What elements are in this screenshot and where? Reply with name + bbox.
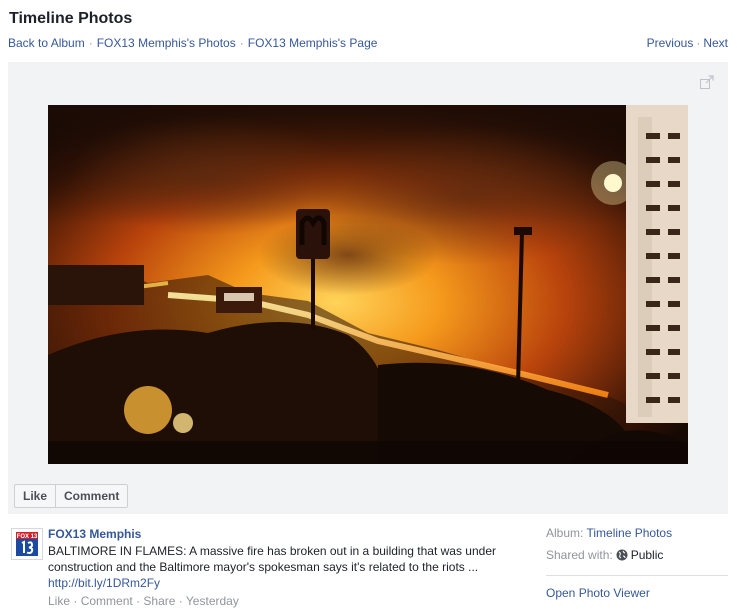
- comment-button[interactable]: Comment: [56, 484, 129, 508]
- photo-stage: [8, 62, 728, 514]
- photo-info-sidebar: Album: Timeline Photos Shared with: Publ…: [546, 526, 728, 608]
- breadcrumb: Back to Album · FOX13 Memphis's Photos · FOX…: [8, 36, 377, 50]
- privacy-value[interactable]: Public: [631, 548, 664, 562]
- meta-separator: ·: [178, 594, 183, 608]
- pager-separator: ·: [696, 36, 701, 50]
- meta-time-link[interactable]: Yesterday: [186, 594, 239, 608]
- post-message: BALTIMORE IN FLAMES: A massive fire has …: [48, 543, 528, 591]
- fox13-logo-icon: FOX 13: [16, 532, 38, 556]
- open-photo-viewer-link[interactable]: Open Photo Viewer: [546, 586, 650, 600]
- open-viewer-row: Open Photo Viewer: [546, 586, 728, 608]
- post-message-text: BALTIMORE IN FLAMES: A massive fire has …: [48, 544, 496, 574]
- expand-icon[interactable]: [700, 75, 714, 89]
- page-title: Timeline Photos: [9, 10, 133, 27]
- album-row: Album: Timeline Photos: [546, 526, 728, 548]
- post-url-link[interactable]: http://bit.ly/1DRm2Fy: [48, 576, 160, 590]
- meta-comment-link[interactable]: Comment: [81, 594, 133, 608]
- post-meta: Like · Comment · Share · Yesterday: [48, 593, 528, 609]
- meta-like-link[interactable]: Like: [48, 594, 70, 608]
- sidebar-divider: [546, 575, 728, 576]
- author-link[interactable]: FOX13 Memphis: [48, 526, 528, 542]
- fire-scene-image: [48, 105, 688, 464]
- back-to-album-link[interactable]: Back to Album: [8, 36, 85, 50]
- timeline-photo[interactable]: [48, 105, 688, 464]
- album-label: Album:: [546, 526, 584, 540]
- globe-icon[interactable]: [616, 549, 628, 561]
- avatar[interactable]: FOX 13: [11, 528, 43, 560]
- breadcrumb-separator: ·: [88, 36, 93, 50]
- album-link[interactable]: Timeline Photos: [586, 526, 672, 540]
- photo-actions: Like Comment: [14, 484, 129, 508]
- shared-with-label: Shared with:: [546, 548, 613, 562]
- meta-share-link[interactable]: Share: [143, 594, 175, 608]
- fox13-logo-text: FOX 13: [17, 534, 38, 540]
- next-link[interactable]: Next: [703, 36, 728, 50]
- photos-link[interactable]: FOX13 Memphis's Photos: [97, 36, 236, 50]
- meta-separator: ·: [73, 594, 78, 608]
- post-body: FOX13 Memphis BALTIMORE IN FLAMES: A mas…: [48, 526, 528, 609]
- shared-with-row: Shared with: Public: [546, 548, 728, 570]
- photo-pager: Previous · Next: [647, 36, 728, 50]
- like-button[interactable]: Like: [14, 484, 57, 508]
- meta-separator: ·: [136, 594, 141, 608]
- breadcrumb-separator: ·: [239, 36, 244, 50]
- previous-link[interactable]: Previous: [647, 36, 694, 50]
- page-link[interactable]: FOX13 Memphis's Page: [248, 36, 378, 50]
